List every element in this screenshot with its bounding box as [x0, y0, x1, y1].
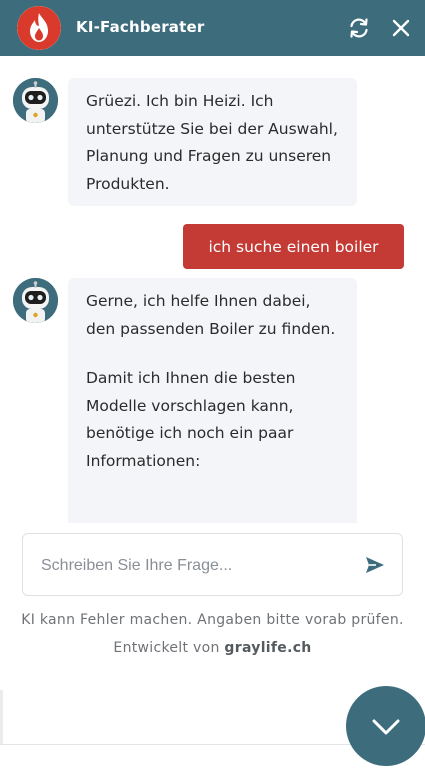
message-input[interactable] — [39, 534, 343, 597]
bot-avatar — [13, 78, 58, 123]
chat-widget: KI-Fachberater Grüezi. Ich bin Heizi. Ic… — [0, 0, 425, 674]
message-list[interactable]: Grüezi. Ich bin Heizi. Ich unterstütze S… — [0, 56, 425, 523]
credit-line: Entwickelt von graylife.ch — [0, 640, 425, 656]
bot-message-bubble: Gerne, ich helfe Ihnen dabei, den passen… — [68, 278, 357, 523]
bot-avatar — [13, 278, 58, 323]
robot-avatar-icon — [13, 278, 58, 323]
robot-avatar-icon — [13, 78, 58, 123]
bot-message-bubble: Grüezi. Ich bin Heizi. Ich unterstütze S… — [68, 78, 357, 206]
send-button[interactable] — [363, 553, 387, 577]
disclaimer-text: KI kann Fehler machen. Angaben bitte vor… — [21, 612, 404, 628]
credit-prefix: Entwickelt von — [113, 640, 220, 656]
send-icon — [366, 557, 384, 573]
chat-header: KI-Fachberater — [0, 0, 425, 56]
user-message-bubble: ich suche einen boiler — [183, 224, 404, 269]
page-edge — [0, 690, 3, 744]
refresh-button[interactable] — [345, 14, 373, 42]
close-button[interactable] — [387, 14, 415, 42]
close-icon — [392, 19, 410, 37]
flame-logo-icon — [17, 6, 61, 50]
bot-message-text: Grüezi. Ich bin Heizi. Ich unterstütze S… — [86, 92, 338, 193]
bot-message-text: Damit ich Ihnen die besten Modelle vorsc… — [86, 369, 296, 470]
chat-title: KI-Fachberater — [76, 18, 205, 36]
user-message-text: ich suche einen boiler — [208, 237, 379, 256]
chevron-down-icon — [372, 719, 400, 735]
refresh-icon — [350, 18, 368, 38]
message-input-box — [22, 533, 403, 597]
toggle-chat-button[interactable] — [346, 686, 425, 766]
bot-message-text: Gerne, ich helfe Ihnen dabei, den passen… — [86, 292, 336, 338]
credit-brand-link[interactable]: graylife.ch — [224, 640, 311, 656]
